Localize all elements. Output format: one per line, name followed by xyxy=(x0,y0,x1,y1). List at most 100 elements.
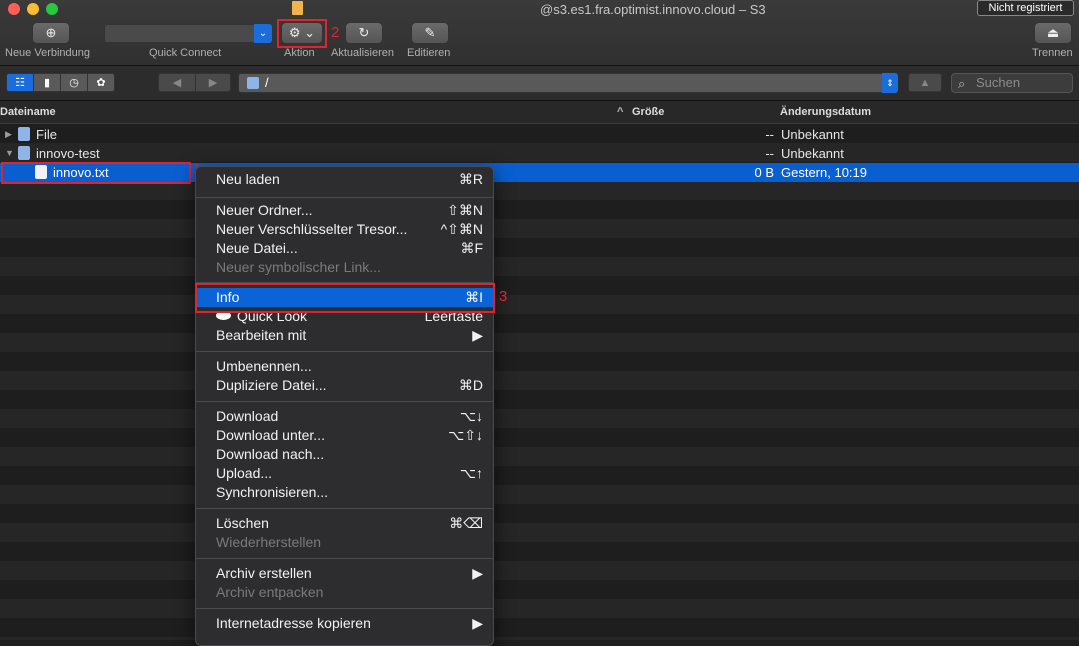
row-name: innovo-test xyxy=(36,146,100,161)
menu-item-duplicate[interactable]: Dupliziere Datei... ⌘D xyxy=(196,376,493,395)
back-arrow-icon: ◀ xyxy=(172,77,182,89)
menu-item-create-archive[interactable]: Archiv erstellen ▶ xyxy=(196,564,493,583)
new-connection-label: Neue Verbindung xyxy=(5,47,91,59)
path-select[interactable]: / ⇕ xyxy=(238,73,898,93)
chevron-down-icon: ⌄ xyxy=(254,24,272,43)
menu-item-upload[interactable]: Upload... ⌥↑ xyxy=(196,464,493,483)
menu-item-label: Löschen xyxy=(216,515,269,531)
menu-item-delete[interactable]: Löschen ⌘⌫ xyxy=(196,514,493,533)
path-value: / xyxy=(265,75,269,90)
table-header: Dateiname ^ Größe Änderungsdatum xyxy=(0,101,1079,124)
edit-button[interactable]: ✎ xyxy=(411,22,449,44)
search-icon: ⌕ xyxy=(958,76,966,91)
menu-item-edit-with[interactable]: Bearbeiten mit ▶ xyxy=(196,326,493,345)
bonjour-icon: ✿ xyxy=(96,77,106,89)
row-date: Unbekannt xyxy=(781,146,844,161)
parent-directory-button[interactable]: ▲ xyxy=(908,73,942,92)
menu-separator xyxy=(196,508,493,509)
menu-item-label: Archiv erstellen xyxy=(216,565,312,581)
menu-item-new-vault[interactable]: Neuer Verschlüsselter Tresor... ^⇧⌘N xyxy=(196,220,493,239)
zoom-window-button[interactable] xyxy=(46,3,58,15)
highlight-box-file xyxy=(1,162,191,184)
close-window-button[interactable] xyxy=(8,3,20,15)
menu-separator xyxy=(196,401,493,402)
browser-view-tab[interactable]: ☷ xyxy=(6,73,34,92)
navigation-bar: ☷ ▮ ◷ ✿ ◀ ▶ / ⇕ ▲ ⌕ Suchen xyxy=(0,66,1079,101)
menu-item-label: Neuer Ordner... xyxy=(216,202,313,218)
menu-item-shortcut: ⌘⌫ xyxy=(449,515,483,531)
registration-badge[interactable]: Nicht registriert xyxy=(977,0,1074,16)
column-header-date[interactable]: Änderungsdatum xyxy=(780,106,871,118)
bookmarks-view-tab[interactable]: ▮ xyxy=(33,73,61,92)
menu-item-reload[interactable]: Neu laden ⌘R xyxy=(196,170,493,189)
bucket-icon xyxy=(18,127,30,141)
menu-item-shortcut: ⌘F xyxy=(460,240,483,256)
bucket-icon xyxy=(18,146,30,160)
disclosure-triangle-open-icon[interactable]: ▼ xyxy=(5,148,14,158)
annotation-number-3: 3 xyxy=(499,288,508,305)
menu-item-copy-url[interactable]: Internetadresse kopieren ▶ xyxy=(196,614,493,633)
menu-item-rename[interactable]: Umbenennen... xyxy=(196,357,493,376)
row-size: 0 B xyxy=(754,165,774,180)
row-date: Unbekannt xyxy=(781,127,844,142)
minimize-window-button[interactable] xyxy=(27,3,39,15)
menu-separator xyxy=(196,197,493,198)
up-arrow-icon: ▲ xyxy=(919,76,931,89)
pencil-icon: ✎ xyxy=(424,25,436,40)
column-header-size[interactable]: Größe xyxy=(632,106,664,118)
menu-item-download-to[interactable]: Download nach... xyxy=(196,445,493,464)
disclosure-triangle-icon[interactable]: ▶ xyxy=(5,129,12,140)
menu-item-download[interactable]: Download ⌥↓ xyxy=(196,407,493,426)
document-proxy-icon xyxy=(292,1,303,15)
search-input[interactable]: ⌕ Suchen xyxy=(951,73,1073,93)
menu-item-label: Neue Datei... xyxy=(216,240,298,256)
book-icon: ▮ xyxy=(43,77,51,89)
menu-item-shortcut: ⌥↑ xyxy=(459,465,483,481)
column-header-name[interactable]: Dateiname xyxy=(0,106,56,118)
menu-item-label: Bearbeiten mit xyxy=(216,327,307,343)
menu-item-shortcut: ⌘R xyxy=(458,171,483,187)
menu-item-new-folder[interactable]: Neuer Ordner... ⇧⌘N xyxy=(196,201,493,220)
new-connection-button[interactable]: ⊕ xyxy=(32,22,70,44)
menu-separator xyxy=(196,351,493,352)
quick-connect-select[interactable]: ⌄ xyxy=(104,24,272,43)
menu-item-label: Wiederherstellen xyxy=(216,534,322,550)
chevron-updown-icon: ⇕ xyxy=(882,73,898,93)
menu-item-shortcut: ⌥⇧↓ xyxy=(448,427,483,443)
menu-item-label: Download nach... xyxy=(216,446,325,462)
menu-item-sync[interactable]: Synchronisieren... xyxy=(196,483,493,502)
table-row[interactable]: ▶ File -- Unbekannt xyxy=(0,125,1079,144)
menu-item-label: Dupliziere Datei... xyxy=(216,377,327,393)
menu-item-restore: Wiederherstellen xyxy=(196,533,493,552)
disconnect-button[interactable]: ⏏ xyxy=(1034,22,1072,44)
menu-item-label: Neuer symbolischer Link... xyxy=(216,259,381,275)
back-button[interactable]: ◀ xyxy=(158,73,196,92)
bonjour-view-tab[interactable]: ✿ xyxy=(87,73,115,92)
highlight-box-action xyxy=(277,19,327,48)
context-menu: Neu laden ⌘R Neuer Ordner... ⇧⌘N Neuer V… xyxy=(195,166,494,646)
menu-item-label: Neuer Verschlüsselter Tresor... xyxy=(216,221,408,237)
menu-item-label: Download unter... xyxy=(216,427,325,443)
history-view-tab[interactable]: ◷ xyxy=(60,73,88,92)
globe-plus-icon: ⊕ xyxy=(45,25,57,40)
menu-item-label: Archiv entpacken xyxy=(216,584,324,600)
menu-separator xyxy=(196,608,493,609)
row-name: File xyxy=(36,127,57,142)
row-size: -- xyxy=(765,146,774,161)
forward-button[interactable]: ▶ xyxy=(195,73,231,92)
menu-item-label: Umbenennen... xyxy=(216,358,312,374)
refresh-button[interactable]: ↻ xyxy=(345,22,383,44)
menu-item-shortcut: ⌥↓ xyxy=(459,408,483,424)
menu-item-label: Synchronisieren... xyxy=(216,484,329,500)
menu-item-label: Internetadresse kopieren xyxy=(216,615,371,631)
sort-chevron-icon: ^ xyxy=(617,106,624,118)
window-title: @s3.es1.fra.optimist.innovo.cloud – S3 xyxy=(540,2,766,17)
menu-separator xyxy=(196,558,493,559)
menu-item-label: Neu laden xyxy=(216,171,280,187)
menu-item-new-file[interactable]: Neue Datei... ⌘F xyxy=(196,239,493,258)
menu-item-label: Upload... xyxy=(216,465,273,481)
menu-item-download-as[interactable]: Download unter... ⌥⇧↓ xyxy=(196,426,493,445)
drive-icon xyxy=(247,77,259,89)
refresh-label: Aktualisieren xyxy=(331,47,394,59)
table-row[interactable]: ▼ innovo-test -- Unbekannt xyxy=(0,144,1079,163)
